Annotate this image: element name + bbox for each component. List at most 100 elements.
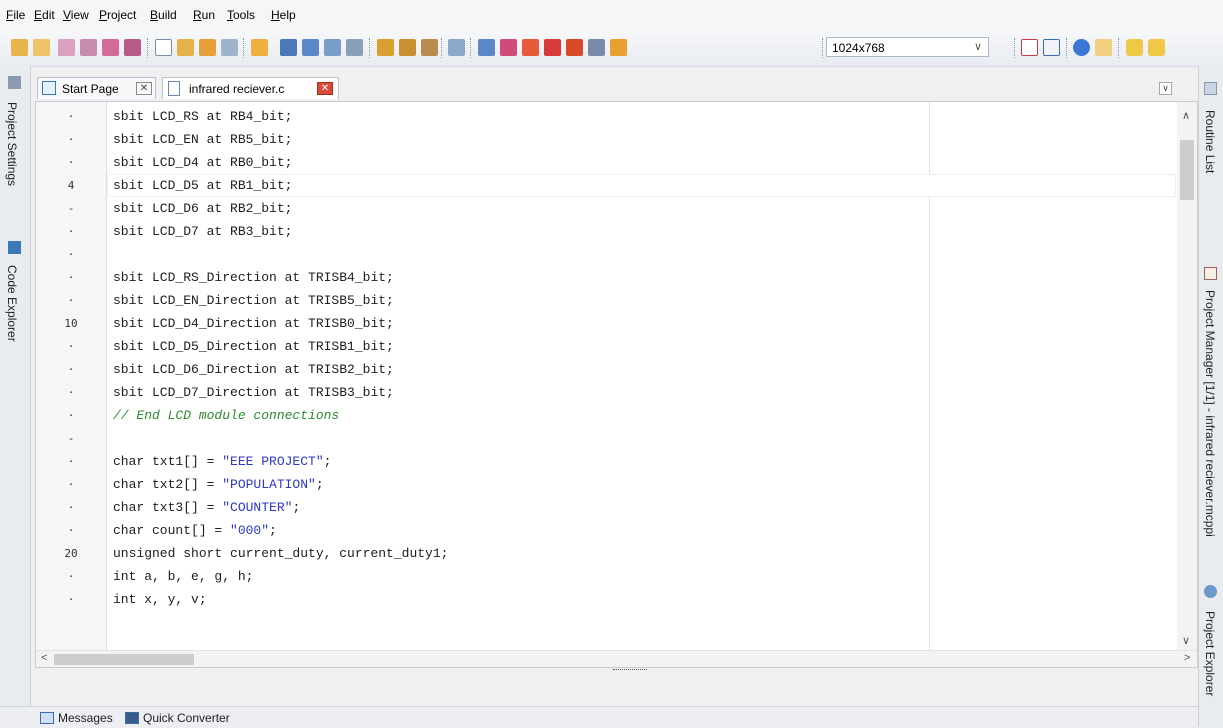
scroll-left-icon[interactable]: < [41,652,47,664]
code-line[interactable]: sbit LCD_D5_Direction at TRISB1_bit; [107,335,1176,358]
tab-quick-converter[interactable]: Quick Converter [125,711,230,725]
save-as-icon[interactable] [302,39,319,56]
code-line-text: // End LCD module connections [113,408,340,423]
project-close-icon[interactable] [102,39,119,56]
line-number: · [67,524,75,537]
vertical-scroll-thumb[interactable] [1180,140,1194,200]
tab-messages[interactable]: Messages [40,711,113,725]
messages-icon [40,712,54,724]
tab-project-manager[interactable]: Project Manager [1/1] - infrared recieve… [1203,290,1217,537]
code-line[interactable]: sbit LCD_D4_Direction at TRISB0_bit; [107,312,1176,335]
code-line[interactable]: sbit LCD_D4 at RB0_bit; [107,151,1176,174]
toolbar-separator [243,38,245,58]
splitter-grip[interactable] [613,669,647,673]
tab-start-page[interactable]: Start Page ✕ [37,77,156,99]
code-line[interactable]: sbit LCD_EN at RB5_bit; [107,128,1176,151]
ascii-chart-icon[interactable] [544,39,561,56]
export-icon[interactable] [566,39,583,56]
code-line[interactable]: sbit LCD_D7_Direction at TRISB3_bit; [107,381,1176,404]
code-line-text: sbit LCD_EN at RB5_bit; [113,132,293,147]
toolbar-separator [1118,38,1120,58]
open-menu-icon[interactable] [251,39,268,56]
file-icon [168,81,180,96]
save-all-icon[interactable] [221,39,238,56]
code-line[interactable]: int x, y, v; [107,588,1176,611]
code-line[interactable]: int a, b, e, g, h; [107,565,1176,588]
code-line[interactable]: sbit LCD_EN_Direction at TRISB5_bit; [107,289,1176,312]
tab-label: infrared reciever.c [189,82,285,96]
vertical-scrollbar[interactable]: ∧ ∨ [1177,102,1197,650]
horizontal-scrollbar[interactable]: < > [36,650,1197,667]
menu-view[interactable]: View [63,8,89,22]
italic-style-icon[interactable] [1043,39,1060,56]
toolbar-separator [441,38,443,58]
open-icon[interactable] [33,39,50,56]
menu-project[interactable]: Project [99,8,136,22]
code-line[interactable]: char txt2[] = "POPULATION"; [107,473,1176,496]
menu-file[interactable]: File [6,8,25,22]
code-line[interactable] [107,427,1176,450]
terminal-icon[interactable] [588,39,605,56]
help-tools-icon[interactable] [522,39,539,56]
code-line[interactable]: char txt1[] = "EEE PROJECT"; [107,450,1176,473]
tab-project-explorer[interactable]: Project Explorer [1203,611,1217,696]
options-icon[interactable] [478,39,495,56]
find-icon[interactable] [1095,39,1112,56]
close-icon[interactable]: ✕ [136,82,152,95]
code-line[interactable]: sbit LCD_D7 at RB3_bit; [107,220,1176,243]
line-number: · [67,248,75,261]
print-preview-icon[interactable] [324,39,341,56]
tab-list-dropdown[interactable]: ∨ [1159,82,1172,95]
menu-help[interactable]: Help [271,8,296,22]
code-line[interactable]: sbit LCD_RS_Direction at TRISB4_bit; [107,266,1176,289]
scroll-right-icon[interactable]: > [1184,652,1190,664]
new-file-icon[interactable] [155,39,172,56]
build-project-icon[interactable] [421,39,438,56]
open-file-icon[interactable] [177,39,194,56]
programmer-icon[interactable] [448,39,465,56]
menu-edit[interactable]: Edit [34,8,55,22]
pin-icon[interactable] [8,76,21,89]
menu-tools[interactable]: Tools [227,8,255,22]
code-editor[interactable]: · · · 4 - · · · · 10 · · · · - · · · · 20 · · sbit LCD_RS at … [35,101,1198,668]
menu-build[interactable]: Build [150,8,177,22]
scroll-up-icon[interactable]: ∧ [1182,109,1190,122]
code-line[interactable]: sbit LCD_D6_Direction at TRISB2_bit; [107,358,1176,381]
tools-icon[interactable] [610,39,627,56]
code-line[interactable]: // End LCD module connections [107,404,1176,427]
recent-file-icon[interactable] [199,39,216,56]
close-icon[interactable]: ✕ [317,82,333,95]
code-line[interactable]: sbit LCD_RS at RB4_bit; [107,105,1176,128]
code-line[interactable]: char txt3[] = "COUNTER"; [107,496,1176,519]
project-open-icon[interactable] [80,39,97,56]
scroll-down-icon[interactable]: ∨ [1182,634,1190,647]
build-all-icon[interactable] [399,39,416,56]
help-icon[interactable] [1073,39,1090,56]
project-new-icon[interactable] [58,39,75,56]
save-icon[interactable] [280,39,297,56]
code-line-text: sbit LCD_EN_Direction at TRISB5_bit; [113,293,394,308]
edit-project-icon[interactable] [500,39,517,56]
resolution-select[interactable]: 1024x768 ∨ [826,37,989,57]
project-save-icon[interactable] [124,39,141,56]
code-line[interactable]: char count[] = "000"; [107,519,1176,542]
forward-arrow-icon[interactable] [1148,39,1165,56]
tab-project-settings[interactable]: Project Settings [5,102,19,186]
back-arrow-icon[interactable] [1126,39,1143,56]
code-line[interactable]: sbit LCD_D5 at RB1_bit; [107,174,1176,197]
active-comment-icon[interactable] [1021,39,1038,56]
menu-run[interactable]: Run [193,8,215,22]
print-icon[interactable] [346,39,363,56]
tab-code-explorer[interactable]: Code Explorer [5,265,19,342]
code-line[interactable]: sbit LCD_D6 at RB2_bit; [107,197,1176,220]
horizontal-scroll-thumb[interactable] [54,654,194,665]
new-unit-icon[interactable] [11,39,28,56]
tab-infrared-reciever[interactable]: infrared reciever.c ✕ [162,77,339,99]
code-line[interactable]: unsigned short current_duty, current_dut… [107,542,1176,565]
code-area[interactable]: sbit LCD_RS at RB4_bit;sbit LCD_EN at RB… [107,102,1176,650]
tab-routine-list[interactable]: Routine List [1203,110,1217,173]
build-icon[interactable] [377,39,394,56]
code-line[interactable] [107,243,1176,266]
line-number: · [67,593,75,606]
panel-splitter[interactable] [35,668,1198,675]
